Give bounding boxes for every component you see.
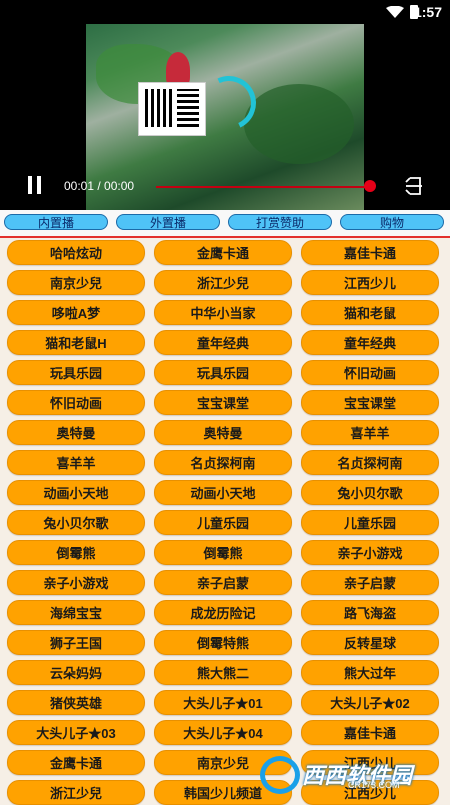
- fullscreen-icon[interactable]: [404, 176, 424, 196]
- channel-button[interactable]: 怀旧动画: [7, 390, 145, 415]
- channel-button[interactable]: 动画小天地: [7, 480, 145, 505]
- tab-internal-player[interactable]: 内置播: [4, 214, 108, 230]
- watermark: 西西软件园 CR173.COM: [256, 752, 444, 798]
- channel-button[interactable]: 哈哈炫动: [7, 240, 145, 265]
- channel-button[interactable]: 路飞海盗: [301, 600, 439, 625]
- channel-button[interactable]: 熊大过年: [301, 660, 439, 685]
- channel-button[interactable]: 猪侠英雄: [7, 690, 145, 715]
- seek-bar[interactable]: [156, 186, 370, 188]
- channel-button[interactable]: 大头儿子★04: [154, 720, 292, 745]
- channel-button[interactable]: 童年经典: [301, 330, 439, 355]
- wifi-icon: [386, 6, 404, 18]
- channel-button[interactable]: 儿童乐园: [154, 510, 292, 535]
- channel-button[interactable]: 宝宝课堂: [301, 390, 439, 415]
- channel-button[interactable]: 反转星球: [301, 630, 439, 655]
- channel-button[interactable]: 奥特曼: [154, 420, 292, 445]
- channel-button[interactable]: 嘉佳卡通: [301, 720, 439, 745]
- channel-button[interactable]: 大头儿子★02: [301, 690, 439, 715]
- channel-button[interactable]: 名贞探柯南: [154, 450, 292, 475]
- video-player[interactable]: 00:01 / 00:00: [0, 24, 450, 210]
- channel-button[interactable]: 金鹰卡通: [154, 240, 292, 265]
- channel-button[interactable]: 大头儿子★03: [7, 720, 145, 745]
- channel-button[interactable]: 亲子启蒙: [301, 570, 439, 595]
- tab-shopping[interactable]: 购物: [340, 214, 444, 230]
- channel-button[interactable]: 猫和老鼠H: [7, 330, 145, 355]
- channel-button[interactable]: 熊大熊二: [154, 660, 292, 685]
- channel-button[interactable]: 南京少兒: [7, 270, 145, 295]
- channel-button[interactable]: 宝宝课堂: [154, 390, 292, 415]
- qr-code-image: [138, 82, 206, 136]
- channel-button[interactable]: 童年经典: [154, 330, 292, 355]
- channel-button[interactable]: 成龙历险记: [154, 600, 292, 625]
- channel-button[interactable]: 动画小天地: [154, 480, 292, 505]
- channel-button[interactable]: 浙江少兒: [7, 780, 145, 805]
- channel-button[interactable]: 倒霉熊: [154, 540, 292, 565]
- channel-button[interactable]: 中华小当家: [154, 300, 292, 325]
- channel-button[interactable]: 云朵妈妈: [7, 660, 145, 685]
- channel-button[interactable]: 江西少儿: [301, 270, 439, 295]
- channel-button[interactable]: 猫和老鼠: [301, 300, 439, 325]
- status-bar: 1:57: [0, 0, 450, 24]
- tab-bar: 内置播 外置播 打赏赞助 购物: [0, 210, 450, 238]
- channel-button[interactable]: 兔小贝尔歌: [7, 510, 145, 535]
- channel-button[interactable]: 奥特曼: [7, 420, 145, 445]
- channel-button[interactable]: 亲子小游戏: [7, 570, 145, 595]
- channel-button[interactable]: 玩具乐园: [7, 360, 145, 385]
- tab-external-player[interactable]: 外置播: [116, 214, 220, 230]
- channel-button[interactable]: 狮子王国: [7, 630, 145, 655]
- channel-button[interactable]: 亲子启蒙: [154, 570, 292, 595]
- channel-button[interactable]: 喜羊羊: [7, 450, 145, 475]
- channel-button[interactable]: 玩具乐园: [154, 360, 292, 385]
- channel-button[interactable]: 怀旧动画: [301, 360, 439, 385]
- channel-button[interactable]: 兔小贝尔歌: [301, 480, 439, 505]
- channel-button[interactable]: 海绵宝宝: [7, 600, 145, 625]
- channel-button[interactable]: 喜羊羊: [301, 420, 439, 445]
- channel-button[interactable]: 哆啦A梦: [7, 300, 145, 325]
- pause-icon[interactable]: [28, 176, 42, 194]
- watermark-subtext: CR173.COM: [348, 780, 400, 790]
- channel-button[interactable]: 倒霉特熊: [154, 630, 292, 655]
- channel-button[interactable]: 名贞探柯南: [301, 450, 439, 475]
- watermark-logo: [260, 756, 300, 794]
- channel-button[interactable]: 倒霉熊: [7, 540, 145, 565]
- player-controls: 00:01 / 00:00: [0, 164, 450, 210]
- channel-button[interactable]: 金鹰卡通: [7, 750, 145, 775]
- channel-button[interactable]: 亲子小游戏: [301, 540, 439, 565]
- status-time: 1:57: [413, 4, 442, 20]
- channel-button[interactable]: 浙江少兒: [154, 270, 292, 295]
- channel-button[interactable]: 儿童乐园: [301, 510, 439, 535]
- channel-button[interactable]: 嘉佳卡通: [301, 240, 439, 265]
- seek-thumb[interactable]: [364, 180, 376, 192]
- tab-donate[interactable]: 打赏赞助: [228, 214, 332, 230]
- time-display: 00:01 / 00:00: [64, 179, 135, 193]
- channel-button[interactable]: 大头儿子★01: [154, 690, 292, 715]
